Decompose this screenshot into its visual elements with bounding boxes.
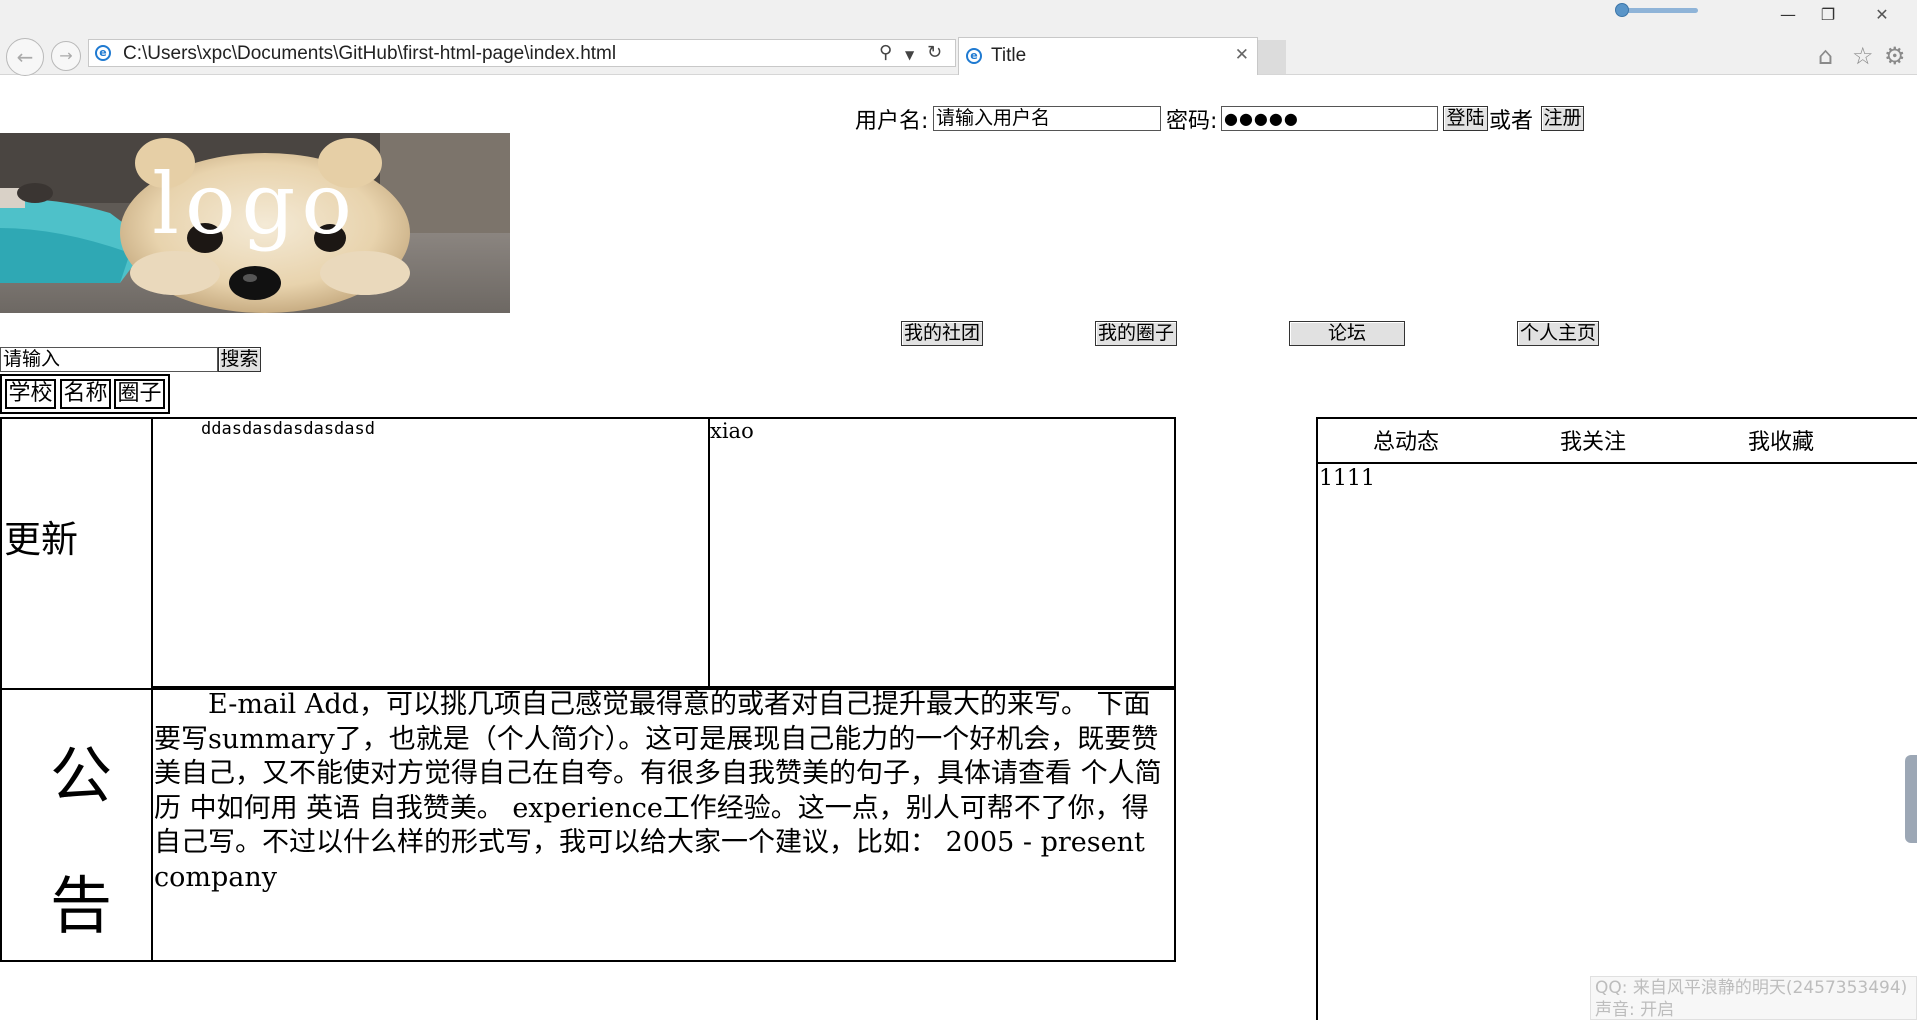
dropdown-arrow-icon[interactable]: ▼ bbox=[905, 48, 914, 62]
zoom-slider[interactable] bbox=[1615, 3, 1700, 17]
ie-tab-icon: e bbox=[966, 48, 982, 64]
close-tab-icon[interactable]: ✕ bbox=[1235, 45, 1249, 65]
qq-overlay-line-1: QQ: 来自风平浪静的明天(2457353494) bbox=[1595, 978, 1908, 998]
table-divider bbox=[708, 417, 710, 686]
filter-circle[interactable]: 圈子 bbox=[114, 379, 165, 409]
back-arrow-icon[interactable]: ← bbox=[6, 38, 44, 76]
favorites-star-icon[interactable]: ☆ bbox=[1852, 42, 1874, 70]
forward-arrow-icon[interactable]: → bbox=[51, 41, 81, 71]
feed-panel bbox=[1316, 417, 1917, 1020]
tab-favorites[interactable]: 我收藏 bbox=[1748, 424, 1814, 456]
logo-image: logo bbox=[0, 133, 510, 313]
login-button[interactable]: 登陆 bbox=[1443, 106, 1488, 131]
address-bar[interactable]: e C:\Users\xpc\Documents\GitHub\first-ht… bbox=[88, 39, 956, 67]
logo-text: logo bbox=[152, 155, 358, 253]
search-icon[interactable]: ⚲ bbox=[879, 42, 892, 63]
side-panel-handle[interactable] bbox=[1905, 755, 1917, 843]
feed-content: 1111 bbox=[1319, 466, 1375, 491]
qq-notification-overlay: QQ: 来自风平浪静的明天(2457353494) 声音: 开启 bbox=[1590, 976, 1917, 1020]
nav-my-club[interactable]: 我的社团 bbox=[901, 321, 983, 346]
qq-overlay-line-2: 声音: 开启 bbox=[1595, 1000, 1675, 1020]
refresh-icon[interactable]: ↻ bbox=[927, 42, 942, 63]
address-url[interactable]: C:\Users\xpc\Documents\GitHub\first-html… bbox=[123, 43, 616, 65]
update-cell-text-2: xiao bbox=[710, 419, 754, 443]
feed-header-divider bbox=[1318, 462, 1917, 464]
browser-tab[interactable]: e Title ✕ bbox=[958, 37, 1258, 75]
password-label: 密码: bbox=[1166, 109, 1218, 134]
ie-page-icon: e bbox=[95, 45, 111, 61]
minimize-button[interactable]: — bbox=[1768, 0, 1808, 30]
tab-title: Title bbox=[991, 45, 1027, 66]
nav-homepage[interactable]: 个人主页 bbox=[1517, 321, 1599, 346]
restore-button[interactable]: ❐ bbox=[1808, 0, 1848, 30]
announcement-text: E-mail Add，可以挑几项自己感觉最得意的或者对自己提升最大的来写。 下面… bbox=[154, 689, 1162, 893]
username-label: 用户名: bbox=[855, 109, 929, 134]
update-label: 更新 bbox=[4, 518, 78, 561]
filter-name[interactable]: 名称 bbox=[60, 379, 111, 409]
or-text: 或者 bbox=[1489, 109, 1534, 134]
new-tab-button[interactable] bbox=[1258, 40, 1286, 74]
search-button[interactable]: 搜索 bbox=[218, 347, 261, 372]
username-input[interactable]: 请输入用户名 bbox=[933, 106, 1161, 131]
nav-forum[interactable]: 论坛 bbox=[1289, 321, 1405, 346]
announce-label-1: 公 bbox=[50, 739, 113, 812]
password-input[interactable]: ●●●●● bbox=[1221, 106, 1438, 131]
filter-school[interactable]: 学校 bbox=[5, 379, 56, 409]
home-icon[interactable]: ⌂ bbox=[1818, 42, 1833, 70]
register-button[interactable]: 注册 bbox=[1541, 106, 1584, 131]
tab-all-activity[interactable]: 总动态 bbox=[1373, 424, 1439, 456]
announce-label-2: 告 bbox=[50, 869, 113, 942]
nav-my-circle[interactable]: 我的圈子 bbox=[1095, 321, 1177, 346]
tab-following[interactable]: 我关注 bbox=[1560, 424, 1626, 456]
update-cell-text: ddasdasdasdasdasd bbox=[201, 419, 375, 439]
close-window-button[interactable]: ✕ bbox=[1862, 0, 1902, 30]
browser-title-bar bbox=[0, 0, 1917, 30]
settings-gear-icon[interactable]: ⚙ bbox=[1884, 42, 1906, 70]
search-input[interactable]: 请输入 bbox=[0, 347, 218, 372]
